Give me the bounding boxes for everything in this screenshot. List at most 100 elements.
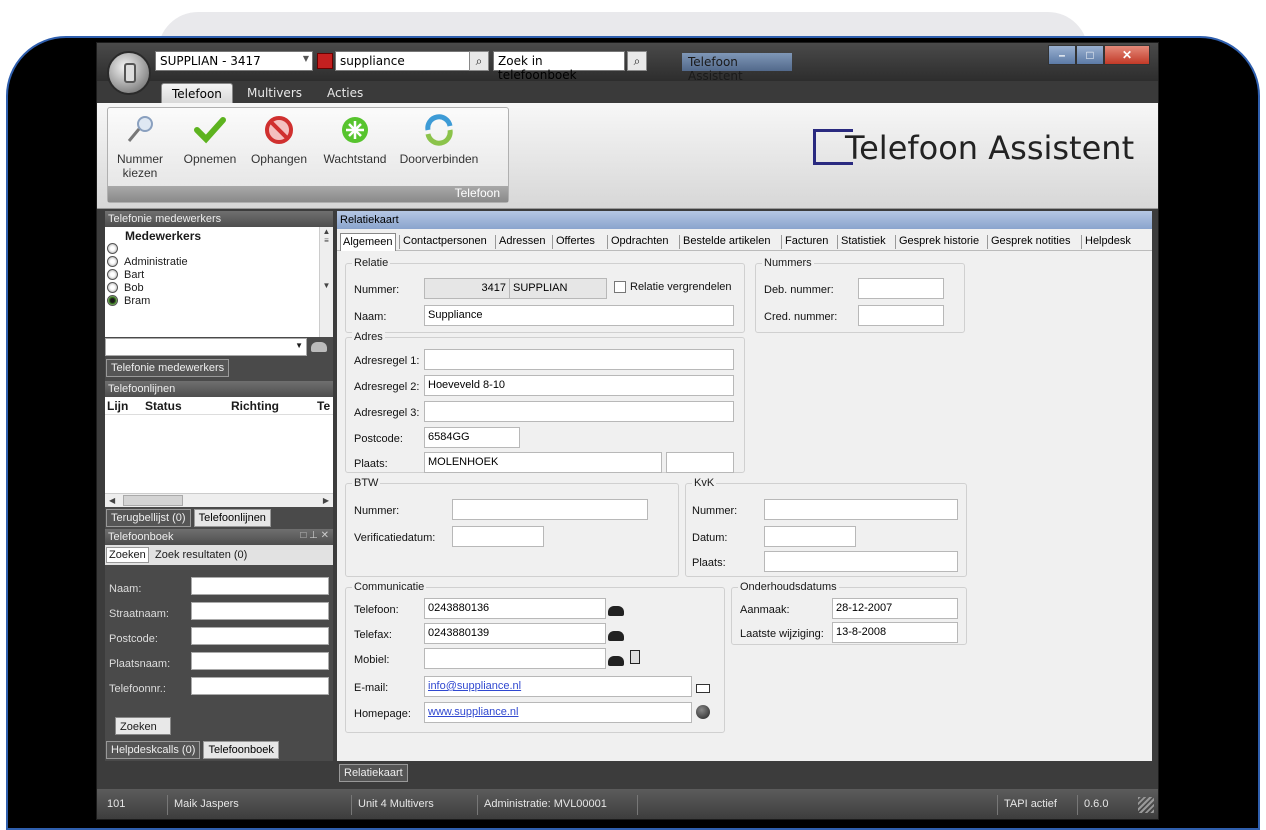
phonebook-tabs: Zoeken Zoek resultaten (0) [105,545,333,565]
email-field[interactable]: info@suppliance.nl [424,676,692,697]
kvk-nummer-field[interactable] [764,499,958,520]
deb-nummer-field[interactable] [858,278,944,299]
call-phone-icon[interactable] [608,606,624,616]
record-icon[interactable] [317,53,333,69]
close-button[interactable]: ✕ [1104,45,1150,65]
telefax-label: Telefax: [354,629,392,641]
email-link[interactable]: info@suppliance.nl [428,680,521,692]
calculator-icon[interactable] [630,650,640,664]
tab-helpdeskcalls[interactable]: Helpdeskcalls (0) [106,741,201,759]
col-status[interactable]: Status [145,399,182,413]
answer-button-label: Opnemen [183,152,237,166]
search-input[interactable]: suppliance [335,51,489,71]
list-item[interactable]: Bram [105,295,333,308]
tab-offertes[interactable]: Offertes [556,233,595,251]
maximize-button[interactable]: □ [1076,45,1104,65]
list-item[interactable] [105,243,333,256]
tab-facturen[interactable]: Facturen [785,233,828,251]
kvk-datum-label: Datum: [692,532,728,544]
tab-telefoonboek[interactable]: Telefoonboek [203,741,279,759]
telefoonnr-label: Telefoonnr.: [109,683,166,695]
answer-button[interactable]: Opnemen [180,114,240,166]
lines-hscrollbar[interactable]: ◀ ▶ [105,493,333,507]
tab-statistiek[interactable]: Statistiek [841,233,886,251]
naam-field[interactable]: Suppliance [424,305,734,326]
homepage-link[interactable]: www.suppliance.nl [428,706,519,718]
list-item[interactable]: Administratie [105,256,333,269]
col-richting[interactable]: Richting [231,399,279,413]
app-menu-orb[interactable] [107,51,151,95]
tab-telefoon[interactable]: Telefoon [161,83,233,103]
tab-zoek-resultaten[interactable]: Zoek resultaten (0) [153,548,249,562]
plaats-field[interactable]: MOLENHOEK [424,452,662,473]
tab-zoeken[interactable]: Zoeken [106,547,149,563]
tab-opdrachten[interactable]: Opdrachten [611,233,668,251]
straatnaam-field[interactable] [191,602,329,620]
tab-telefoonlijnen[interactable]: Telefoonlijnen [193,509,271,527]
adresregel1-field[interactable] [424,349,734,370]
plaats-extra-field[interactable] [666,452,734,473]
employees-scrollbar[interactable]: ▲ ≡ ▼ [319,227,333,337]
list-item[interactable]: Bob [105,282,333,295]
postcode-field[interactable] [191,627,329,645]
dial-button[interactable]: Nummer kiezen [112,114,168,180]
pin-close-icons[interactable]: □ ⊥ ✕ [300,530,329,541]
search-button[interactable]: Zoeken [115,717,171,735]
tab-separator [399,235,400,249]
tab-algemeen[interactable]: Algemeen [340,233,396,251]
line-select[interactable]: SUPPLIAN - 3417 ▼ [155,51,313,71]
tab-helpdesk[interactable]: Helpdesk [1085,233,1131,251]
tab-relatiekaart[interactable]: Relatiekaart [339,764,408,782]
cred-nummer-field[interactable] [858,305,944,326]
tab-gesprek-notities[interactable]: Gesprek notities [991,233,1070,251]
call-mobile-icon[interactable] [608,656,624,666]
adresregel2-field[interactable]: Hoeveveld 8-10 [424,375,734,396]
tab-acties[interactable]: Acties [317,83,373,103]
globe-icon[interactable] [696,705,710,719]
phonebook-search-icon[interactable]: ⌕ [627,51,647,71]
employee-filter-select[interactable]: ▼ [105,338,307,356]
tab-telefonie-medewerkers[interactable]: Telefonie medewerkers [106,359,230,377]
verificatiedatum-field[interactable] [452,526,544,547]
kvk-datum-field[interactable] [764,526,856,547]
hangup-button[interactable]: Ophangen [244,114,314,166]
list-item[interactable]: Bart [105,269,333,282]
col-lijn[interactable]: Lijn [107,399,128,413]
tab-multivers[interactable]: Multivers [237,83,312,103]
telefoonnr-field[interactable] [191,677,329,695]
relatie-group: Relatie Nummer: 3417 SUPPLIAN Relatie ve… [345,257,745,333]
lock-checkbox[interactable] [614,281,626,293]
postcode-field[interactable]: 6584GG [424,427,520,448]
phonebook-search-field[interactable]: Zoek in telefoonboek [493,51,625,82]
left-panel: Telefonie medewerkers Medewerkers Admini… [105,211,333,791]
hold-button[interactable]: Wachtstand [318,114,392,166]
phone-icon[interactable] [311,342,327,352]
col-te[interactable]: Te [317,399,330,413]
search-icon[interactable]: ⌕ [469,51,489,71]
naam-field[interactable] [191,577,329,595]
minimize-button[interactable]: – [1048,45,1076,65]
tab-bestelde-artikelen[interactable]: Bestelde artikelen [683,233,770,251]
mobiel-field[interactable] [424,648,606,669]
scroll-thumb[interactable] [123,495,183,506]
btw-nummer-field[interactable] [452,499,648,520]
kvk-plaats-field[interactable] [764,551,958,572]
resize-grip-icon[interactable] [1138,797,1154,813]
wijziging-label: Laatste wijziging: [740,628,824,640]
tab-contactpersonen[interactable]: Contactpersonen [403,233,487,251]
adresregel3-field[interactable] [424,401,734,422]
tab-adressen[interactable]: Adressen [499,233,545,251]
phone-icon [124,63,136,83]
ribbon: Nummer kiezen Opnemen Ophangen Wachtstan… [97,103,1158,209]
plaatsnaam-field[interactable] [191,652,329,670]
mail-icon[interactable] [696,684,710,693]
tab-gesprek-historie[interactable]: Gesprek historie [899,233,979,251]
tab-terugbellijst[interactable]: Terugbellijst (0) [106,509,191,527]
homepage-field[interactable]: www.suppliance.nl [424,702,692,723]
tab-separator [987,235,988,249]
transfer-button[interactable]: Doorverbinden [396,114,482,166]
call-fax-icon[interactable] [608,631,624,641]
verificatiedatum-label: Verificatiedatum: [354,532,436,544]
telefax-field[interactable]: 0243880139 [424,623,606,644]
telefoon-field[interactable]: 0243880136 [424,598,606,619]
